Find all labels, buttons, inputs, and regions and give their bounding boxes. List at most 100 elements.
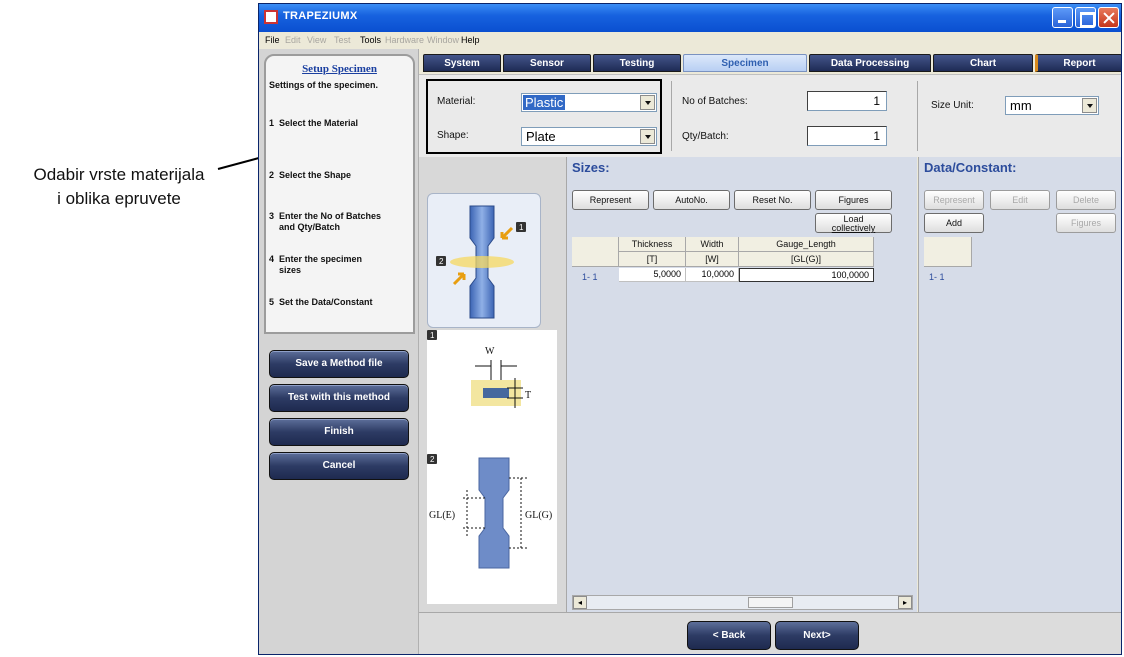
- divider: [671, 81, 672, 151]
- menu-bar: File Edit View Test Tools Hardware Windo…: [259, 32, 1121, 49]
- thickness-cell[interactable]: 5,0000: [619, 268, 686, 282]
- menu-window[interactable]: Window: [427, 35, 459, 45]
- load-collectively-button[interactable]: Load collectively: [815, 213, 892, 233]
- col-thickness-unit: [T]: [619, 252, 686, 267]
- size-unit-select[interactable]: mm: [1005, 96, 1099, 115]
- represent-button[interactable]: Represent: [572, 190, 649, 210]
- dimension-diagram-svg: 1 W T 2 GL(E) GL(G): [427, 330, 552, 569]
- wizard-panel: Setup Specimen Settings of the specimen.…: [259, 49, 419, 654]
- dc-edit-button[interactable]: Edit: [990, 190, 1050, 210]
- gauge-length-cell[interactable]: 100,0000: [739, 268, 874, 282]
- width-cell[interactable]: 10,0000: [686, 268, 739, 282]
- dc-corner: [924, 237, 972, 267]
- menu-help[interactable]: Help: [461, 35, 480, 45]
- cancel-button[interactable]: Cancel: [269, 452, 409, 480]
- tab-chart[interactable]: Chart: [933, 54, 1033, 72]
- setup-steps-box: Setup Specimen Settings of the specimen.…: [264, 54, 415, 334]
- sizes-title: Sizes:: [572, 160, 610, 175]
- dc-represent-button[interactable]: Represent: [924, 190, 984, 210]
- wizard-nav-bar: < Back Next>: [419, 612, 1121, 654]
- grid-corner: [572, 237, 619, 267]
- specimen-3d-image: 1 2: [427, 193, 541, 328]
- chevron-down-icon[interactable]: [640, 129, 655, 144]
- minimize-icon[interactable]: [1052, 7, 1073, 28]
- resetno-button[interactable]: Reset No.: [734, 190, 811, 210]
- tab-testing[interactable]: Testing: [593, 54, 681, 72]
- col-gauge-length-header: Gauge_Length: [739, 237, 874, 252]
- callout-text: Odabir vrste materijala i oblika epruvet…: [4, 163, 234, 211]
- data-constant-panel: Data/Constant: Represent Edit Delete Add…: [918, 157, 1121, 612]
- col-thickness-header: Thickness: [619, 237, 686, 252]
- figures-button[interactable]: Figures: [815, 190, 892, 210]
- close-icon[interactable]: [1098, 7, 1119, 28]
- data-constant-list: 1- 1: [924, 237, 972, 599]
- step-3: 3 Enter the No of Batches and Qty/Batch: [269, 211, 382, 232]
- dc-row-label: 1- 1: [929, 272, 945, 282]
- maximize-icon[interactable]: [1075, 7, 1096, 28]
- svg-text:1: 1: [519, 223, 524, 232]
- step-2: 2 Select the Shape: [269, 170, 352, 180]
- shape-label: Shape:: [437, 130, 469, 141]
- tab-bar: System Sensor Testing Specimen Data Proc…: [419, 54, 1121, 74]
- tab-sensor[interactable]: Sensor: [503, 54, 591, 72]
- gl-g-label: GL(G): [525, 510, 552, 521]
- t-label: T: [525, 390, 531, 401]
- size-unit-label: Size Unit:: [931, 100, 974, 111]
- svg-text:2: 2: [439, 257, 444, 266]
- menu-file[interactable]: File: [265, 35, 280, 45]
- back-button[interactable]: < Back: [687, 621, 771, 650]
- data-constant-title: Data/Constant:: [924, 160, 1017, 175]
- row-label: 1- 1: [582, 272, 598, 282]
- tab-report[interactable]: Report: [1035, 54, 1121, 72]
- batches-label: No of Batches:: [682, 96, 748, 107]
- col-width-header: Width: [686, 237, 739, 252]
- col-width-unit: [W]: [686, 252, 739, 267]
- qty-input[interactable]: 1: [807, 126, 887, 146]
- specimen-settings: Material: Plastic Shape: Plate No of Bat…: [419, 74, 1121, 157]
- autono-button[interactable]: AutoNo.: [653, 190, 730, 210]
- menu-view[interactable]: View: [307, 35, 326, 45]
- menu-hardware[interactable]: Hardware: [385, 35, 424, 45]
- dc-figures-button[interactable]: Figures: [1056, 213, 1116, 233]
- menu-edit[interactable]: Edit: [285, 35, 301, 45]
- specimen-shape-icon: 1 2: [436, 205, 526, 319]
- wizard-title[interactable]: Setup Specimen: [266, 63, 413, 75]
- finish-button[interactable]: Finish: [269, 418, 409, 446]
- col-gauge-length-unit: [GL(G)]: [739, 252, 874, 267]
- callout-line-2: i oblika epruvete: [57, 189, 181, 208]
- test-with-method-button[interactable]: Test with this method: [269, 384, 409, 412]
- dc-add-button[interactable]: Add: [924, 213, 984, 233]
- chevron-down-icon[interactable]: [1082, 98, 1097, 113]
- app-icon: [264, 10, 278, 24]
- app-window: TRAPEZIUMX File Edit View Test Tools Har…: [258, 3, 1122, 655]
- next-button[interactable]: Next>: [775, 621, 859, 650]
- batches-input[interactable]: 1: [807, 91, 887, 111]
- sizes-panel: Sizes: Represent AutoNo. Reset No. Figur…: [566, 157, 917, 612]
- wizard-subtitle: Settings of the specimen.: [269, 80, 379, 90]
- qty-label: Qty/Batch:: [682, 131, 729, 142]
- diagram-badge-1: 1: [430, 331, 435, 340]
- sizes-grid: Thickness Width Gauge_Length [T] [W] [GL…: [572, 237, 912, 599]
- scroll-left-icon[interactable]: ◂: [573, 596, 587, 609]
- tab-specimen[interactable]: Specimen: [683, 54, 807, 72]
- tab-data-processing[interactable]: Data Processing: [809, 54, 931, 72]
- menu-test[interactable]: Test: [334, 35, 351, 45]
- material-label: Material:: [437, 96, 476, 107]
- dimension-diagrams: 1 W T 2 GL(E) GL(G): [427, 330, 557, 604]
- specimen-image-panel: 1 2 1 W T 2 GL(E) GL(G): [419, 157, 566, 612]
- step-4: 4 Enter the specimen sizes: [269, 254, 363, 275]
- shape-select[interactable]: Plate: [521, 127, 657, 146]
- divider: [917, 81, 918, 151]
- chevron-down-icon[interactable]: [640, 95, 655, 110]
- material-select[interactable]: Plastic: [521, 93, 657, 112]
- dc-delete-button[interactable]: Delete: [1056, 190, 1116, 210]
- diagram-badge-2: 2: [430, 455, 435, 464]
- step-5: 5 Set the Data/Constant: [269, 297, 373, 307]
- scroll-thumb[interactable]: [748, 597, 793, 608]
- save-method-button[interactable]: Save a Method file: [269, 350, 409, 378]
- menu-tools[interactable]: Tools: [360, 35, 381, 45]
- tab-system[interactable]: System: [423, 54, 501, 72]
- window-title: TRAPEZIUMX: [283, 10, 358, 22]
- horizontal-scrollbar[interactable]: ◂ ▸: [572, 595, 913, 610]
- scroll-right-icon[interactable]: ▸: [898, 596, 912, 609]
